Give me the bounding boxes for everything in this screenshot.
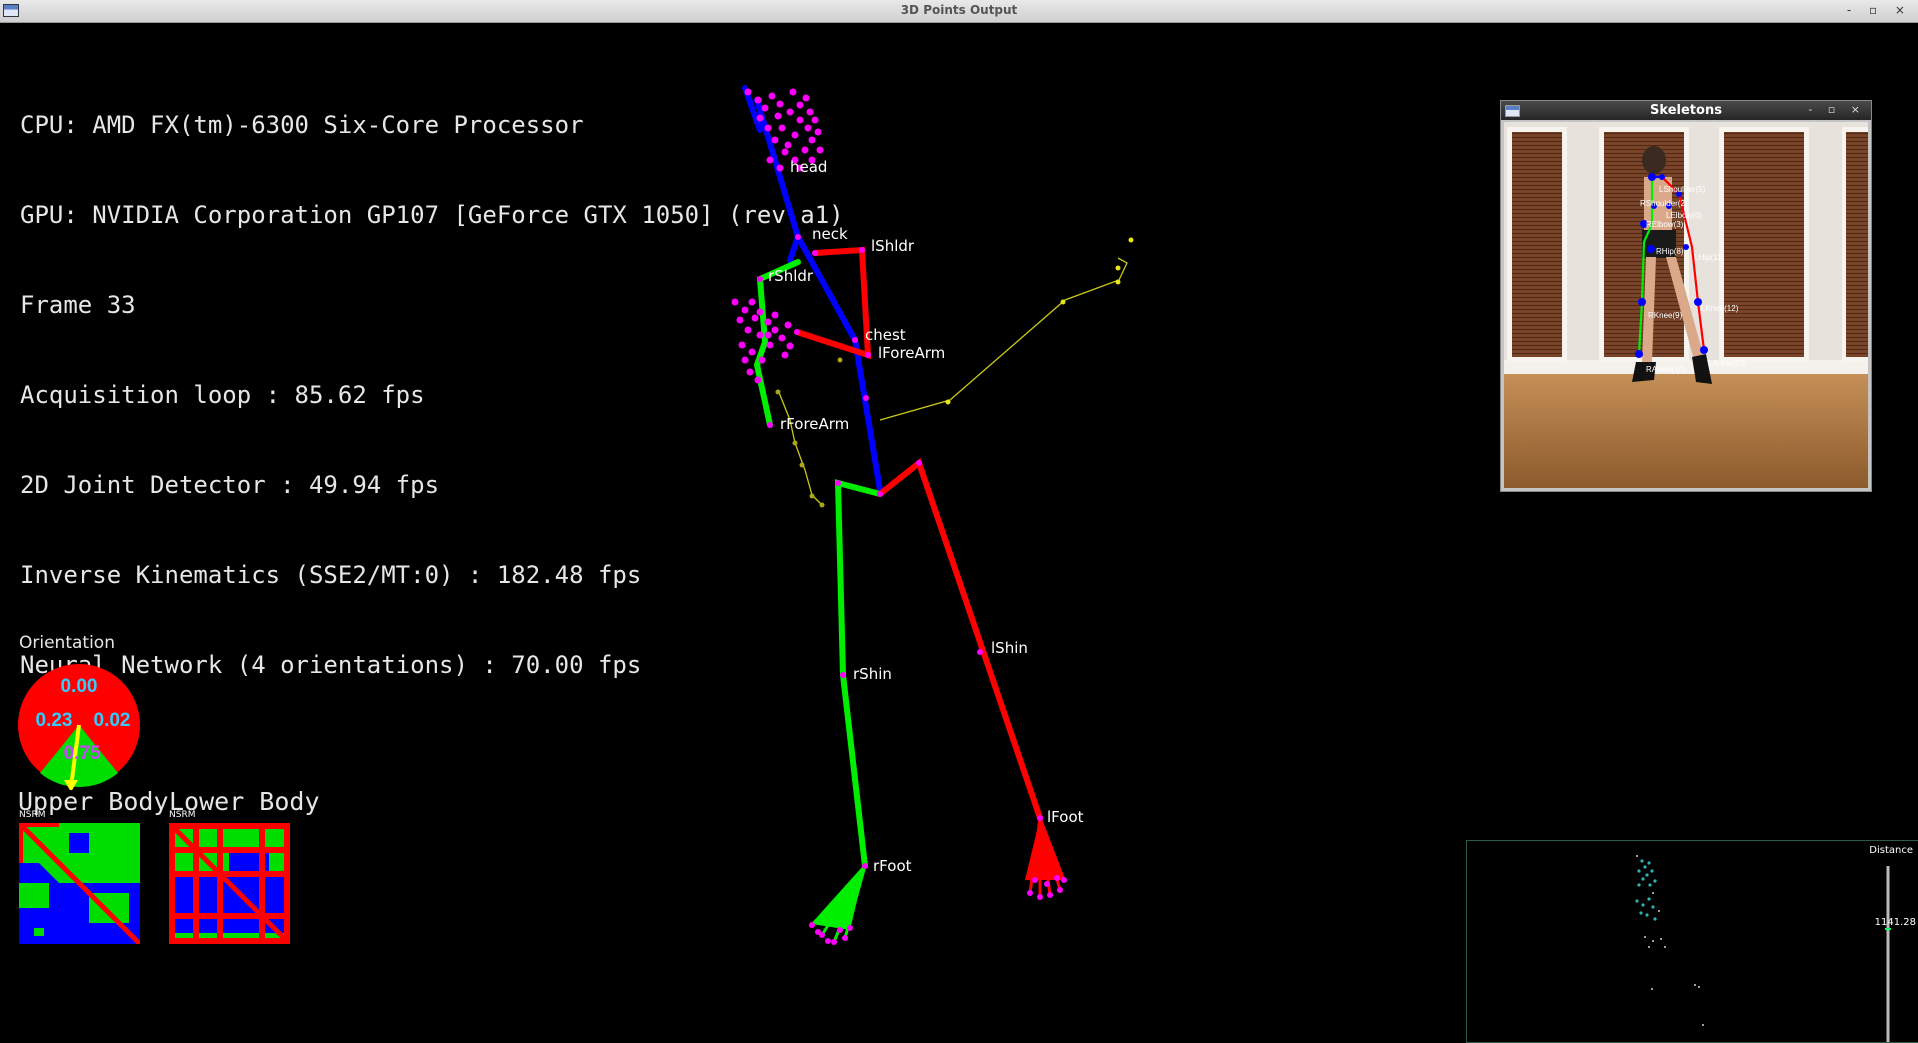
detector-fps: 2D Joint Detector : 49.94 fps [20, 471, 440, 499]
kp-relbow: RElbow(3) [1646, 220, 1684, 229]
cpu-info: CPU: AMD FX(tm)-6300 Six-Core Processor [20, 111, 584, 139]
label-rshin: rShin [853, 665, 892, 683]
label-lshldr: lShldr [871, 237, 915, 255]
lower-body-matrix [169, 823, 290, 944]
distance-panel: Distance 1141.28 [1466, 840, 1918, 1043]
depth-point-cloud [1635, 855, 1891, 1042]
label-lfoot: lFoot [1047, 808, 1084, 826]
orientation-left: 0.23 [36, 710, 73, 731]
upper-nsrm-label: NSRM [19, 810, 46, 820]
kp-lshoulder: LShoulder(5) [1659, 185, 1706, 194]
kp-rankle: RAnkle(10) [1646, 365, 1686, 374]
ik-fps: Inverse Kinematics (SSE2/MT:0) : 182.48 … [20, 561, 642, 589]
camera-frame: LShoulder(5) RShoulder(2) LElbow(6) RElb… [1504, 122, 1868, 488]
upper-body-matrix [19, 823, 140, 944]
acquisition-fps: Acquisition loop : 85.62 fps [20, 381, 425, 409]
gpu-info: GPU: NVIDIA Corporation GP107 [GeForce G… [20, 201, 844, 229]
label-lshin: lShin [991, 639, 1028, 657]
skeletons-window[interactable]: Skeletons - ▫ × LShoulder(5) RShoulder(2… [1500, 100, 1872, 492]
kp-lknee: LKnee(12) [1701, 304, 1739, 313]
window-titlebar: 3D Points Output - ▫ × [0, 0, 1918, 23]
orientation-gauge: 0.00 0.23 0.02 0.75 [18, 664, 140, 790]
skeletons-titlebar[interactable]: Skeletons - ▫ × [1501, 101, 1871, 120]
orientation-title: Orientation [19, 633, 115, 653]
window-controls[interactable]: - ▫ × [1847, 3, 1912, 17]
kp-rshoulder: RShoulder(2) [1640, 199, 1688, 208]
trajectory-left [879, 257, 1128, 421]
kp-lhip: LHip(11) [1694, 253, 1724, 262]
label-rfoot: rFoot [873, 857, 912, 875]
kp-lankle: LAnkle(13) [1708, 359, 1747, 368]
performance-stats: CPU: AMD FX(tm)-6300 Six-Core Processor … [20, 50, 844, 710]
label-chest: chest [865, 326, 906, 344]
frame-counter: Frame 33 [20, 291, 136, 319]
label-lforearm: lForeArm [878, 344, 945, 362]
orientation-right: 0.02 [94, 710, 131, 731]
skeletons-window-controls[interactable]: - ▫ × [1808, 103, 1866, 116]
distance-value: 1141.28 [1874, 917, 1916, 928]
lower-nsrm-label: NSRM [169, 810, 196, 820]
kp-rknee: RKnee(9) [1648, 311, 1683, 320]
window-title: 3D Points Output [900, 3, 1018, 17]
orientation-back: 0.75 [64, 743, 101, 764]
kp-rhip: RHip(8) [1656, 247, 1684, 256]
kp-lelbow: LElbow(6) [1666, 211, 1702, 220]
orientation-front: 0.00 [61, 676, 98, 697]
